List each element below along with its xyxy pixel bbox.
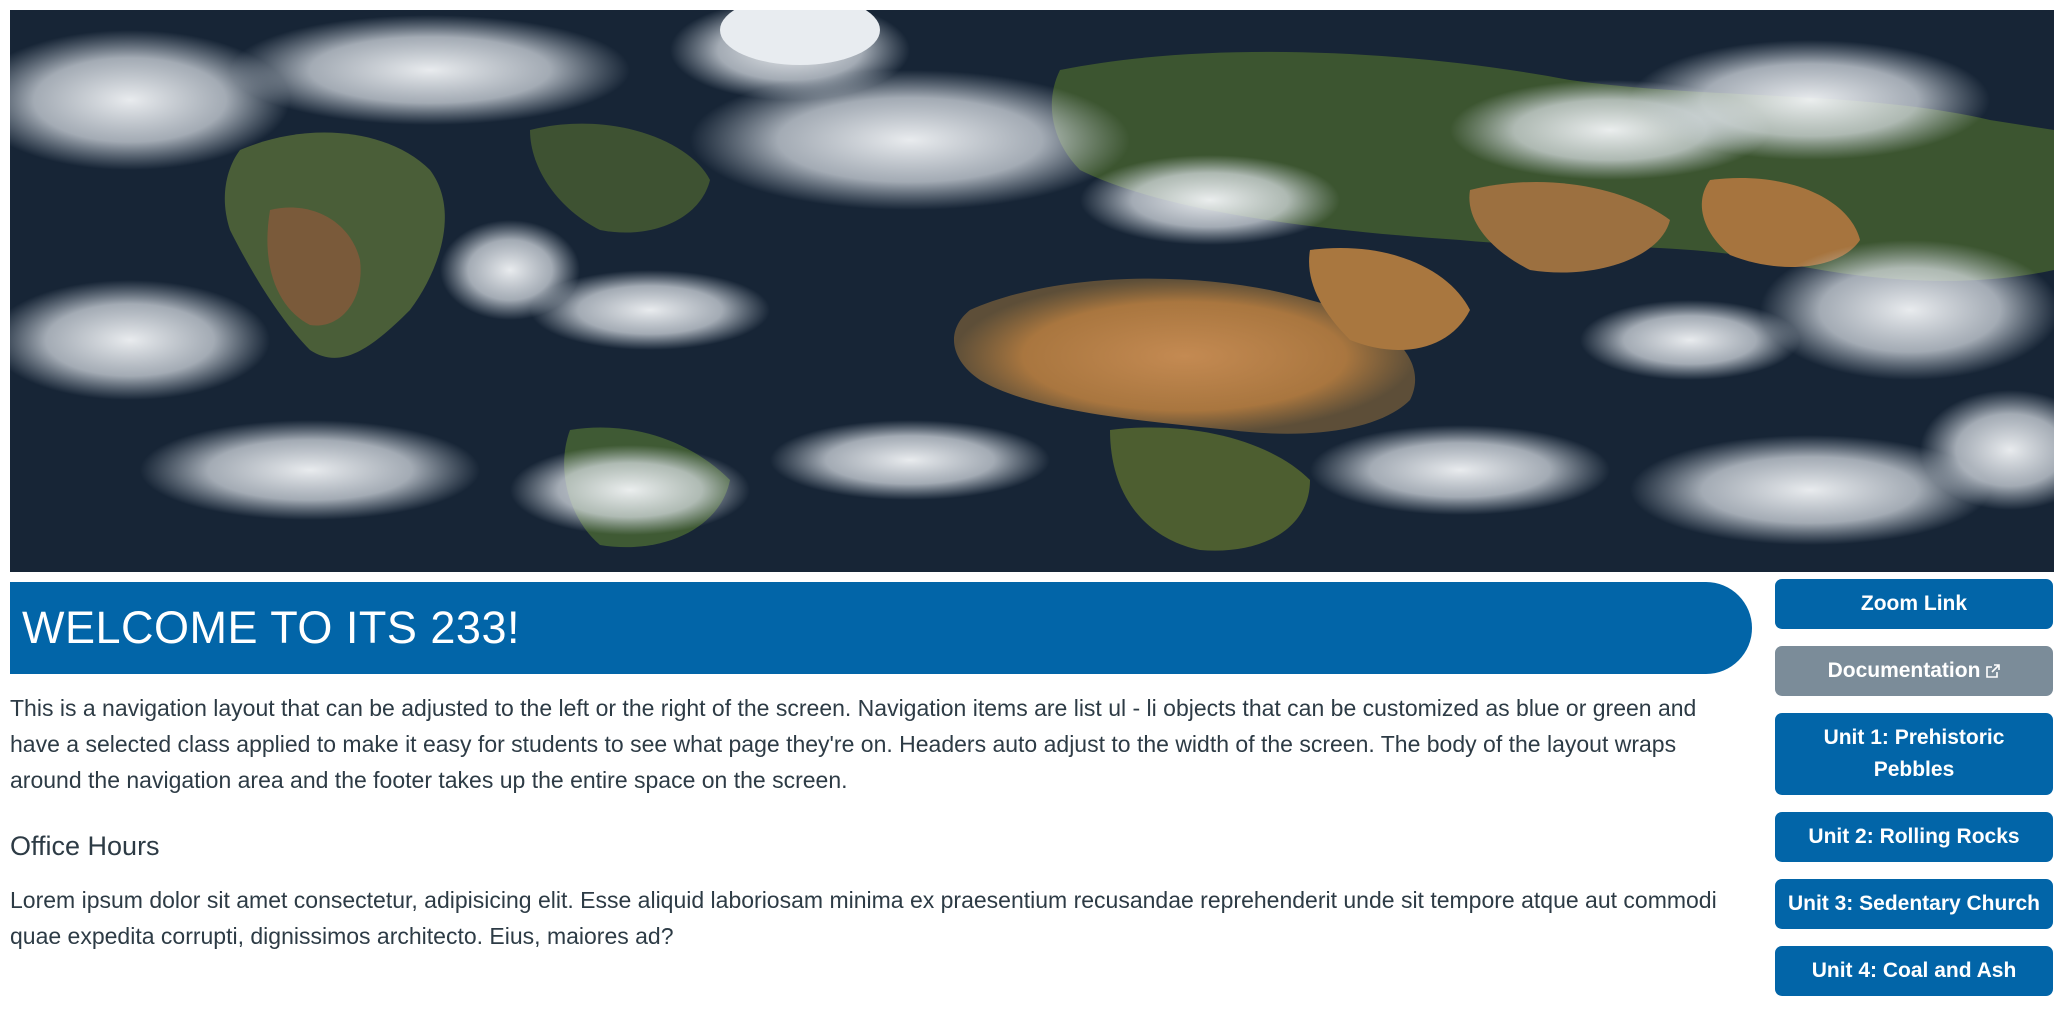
- office-hours-text: Lorem ipsum dolor sit amet consectetur, …: [10, 887, 1717, 949]
- nav-item: Documentation: [1775, 646, 2053, 696]
- nav-link-unit-4[interactable]: Unit 4: Coal and Ash: [1775, 946, 2053, 996]
- nav-item: Zoom Link: [1775, 579, 2053, 629]
- nav-link-label: Unit 4: Coal and Ash: [1811, 959, 2017, 982]
- nav-link-unit-3[interactable]: Unit 3: Sedentary Church: [1775, 879, 2053, 929]
- nav-link-label: Documentation: [1827, 659, 1981, 682]
- nav-link-label: Unit 1: Prehistoric Pebbles: [1823, 726, 2005, 781]
- nav-item: Unit 3: Sedentary Church: [1775, 879, 2053, 929]
- office-hours-heading: Office Hours: [10, 831, 160, 861]
- page-title: WELCOME TO ITS 233!: [22, 602, 520, 653]
- nav-item: Unit 1: Prehistoric Pebbles: [1775, 713, 2053, 795]
- nav-item: Unit 4: Coal and Ash: [1775, 946, 2053, 996]
- banner-image-earth-satellite: [10, 10, 2054, 572]
- page: WELCOME TO ITS 233! This is a navigation…: [0, 0, 2064, 1016]
- welcome-header: WELCOME TO ITS 233!: [10, 582, 1752, 674]
- nav-link-documentation[interactable]: Documentation: [1775, 646, 2053, 696]
- nav-link-zoom[interactable]: Zoom Link: [1775, 579, 2053, 629]
- nav-link-label: Unit 2: Rolling Rocks: [1808, 825, 2020, 848]
- nav-link-label: Zoom Link: [1860, 592, 1968, 615]
- external-link-icon: [1986, 664, 2001, 678]
- nav-link-unit-1[interactable]: Unit 1: Prehistoric Pebbles: [1775, 713, 2053, 795]
- nav-link-unit-2[interactable]: Unit 2: Rolling Rocks: [1775, 812, 2053, 862]
- side-navigation: Zoom Link Documentation Unit 1: Prehisto…: [1775, 579, 2053, 1013]
- nav-link-label: Unit 3: Sedentary Church: [1787, 892, 2041, 915]
- main-content: This is a navigation layout that can be …: [10, 690, 1730, 954]
- satellite-map-graphic: [10, 10, 2054, 572]
- intro-paragraph: This is a navigation layout that can be …: [10, 695, 1697, 793]
- nav-item: Unit 2: Rolling Rocks: [1775, 812, 2053, 862]
